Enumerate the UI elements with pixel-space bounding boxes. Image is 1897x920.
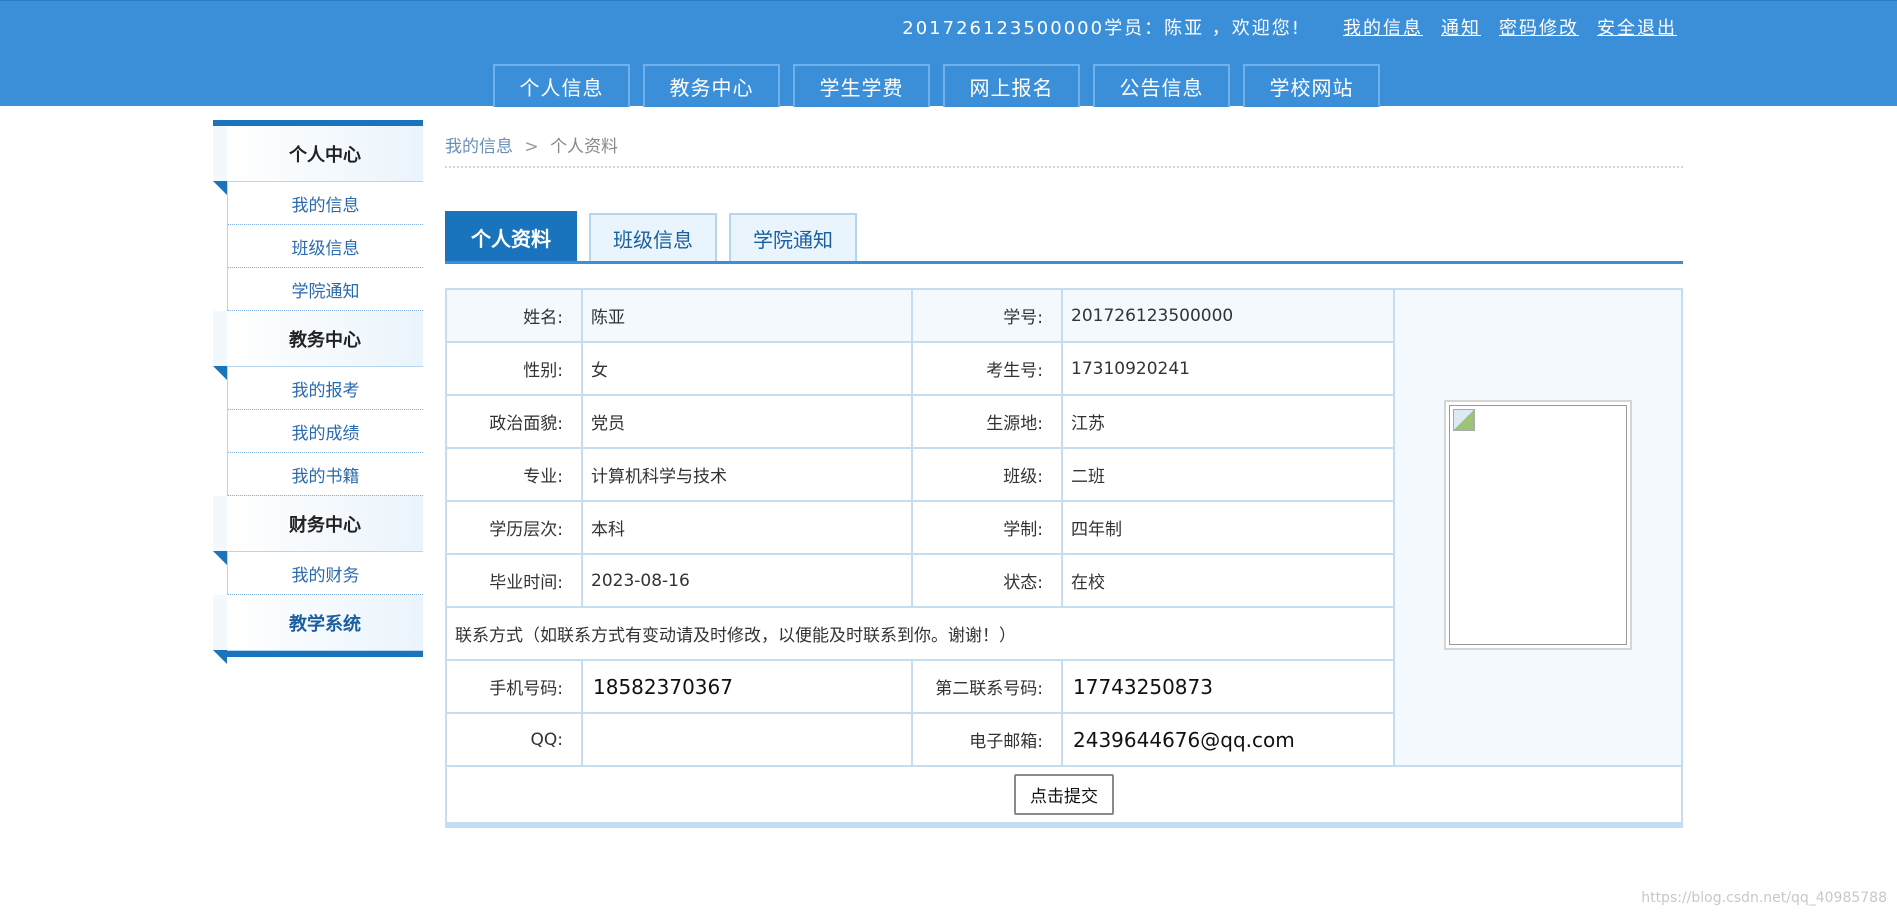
- tab-college-notice[interactable]: 学院通知: [729, 213, 857, 261]
- value-graduation-date: 2023-08-16: [581, 553, 913, 608]
- broken-image-icon: [1453, 409, 1475, 431]
- breadcrumb-current: 个人资料: [550, 137, 619, 157]
- nav-tab-tuition[interactable]: 学生学费: [793, 64, 930, 107]
- label-secondary-phone: 第二联系号码:: [911, 659, 1063, 714]
- value-education-level: 本科: [581, 500, 913, 555]
- table-row: 点击提交: [445, 765, 1683, 828]
- value-gender: 女: [581, 341, 913, 396]
- breadcrumb: 我的信息 > 个人资料: [445, 120, 1683, 168]
- value-major: 计算机科学与技术: [581, 447, 913, 502]
- value-origin: 江苏: [1061, 394, 1395, 449]
- tab-class-info[interactable]: 班级信息: [589, 213, 717, 261]
- nav-tab-online-registration[interactable]: 网上报名: [943, 64, 1080, 107]
- label-gender: 性别:: [445, 341, 583, 396]
- email-cell: [1061, 712, 1395, 767]
- nav-tab-announcements[interactable]: 公告信息: [1093, 64, 1230, 107]
- label-email: 电子邮箱:: [911, 712, 1063, 767]
- label-origin: 生源地:: [911, 394, 1063, 449]
- sidebar-group-finance-center[interactable]: 财务中心: [213, 496, 423, 565]
- value-political-status: 党员: [581, 394, 913, 449]
- link-change-password[interactable]: 密码修改: [1499, 14, 1579, 40]
- link-notice[interactable]: 通知: [1441, 14, 1481, 40]
- value-class: 二班: [1061, 447, 1395, 502]
- tab-personal-profile[interactable]: 个人资料: [445, 211, 577, 261]
- sidebar-item-college-notice[interactable]: 学院通知: [227, 268, 423, 311]
- content-tabs: 个人资料 班级信息 学院通知: [445, 211, 1683, 264]
- link-logout[interactable]: 安全退出: [1597, 14, 1677, 40]
- value-student-id: 201726123500000: [1061, 288, 1395, 343]
- secondary-phone-cell: [1061, 659, 1395, 714]
- label-education-level: 学历层次:: [445, 500, 583, 555]
- breadcrumb-parent[interactable]: 我的信息: [445, 137, 513, 157]
- value-name: 陈亚: [581, 288, 913, 343]
- main-content: 我的信息 > 个人资料 个人资料 班级信息 学院通知 姓名: 陈亚 学号: 20…: [445, 120, 1683, 828]
- main-nav: 个人信息 教务中心 学生学费 网上报名 公告信息 学校网站: [493, 64, 1380, 107]
- sidebar-item-my-books[interactable]: 我的书籍: [227, 453, 423, 496]
- label-name: 姓名:: [445, 288, 583, 343]
- sidebar-item-my-grades[interactable]: 我的成绩: [227, 410, 423, 453]
- welcome-bar: 201726123500000学员：陈亚 ，欢迎您! 我的信息 通知 密码修改 …: [902, 15, 1677, 39]
- welcome-text: 201726123500000学员：陈亚 ，欢迎您!: [902, 18, 1301, 39]
- sidebar: 个人中心 我的信息 班级信息 学院通知 教务中心 我的报考 我的成绩 我的书籍 …: [213, 120, 423, 664]
- label-class: 班级:: [911, 447, 1063, 502]
- sidebar-item-my-exams[interactable]: 我的报考: [227, 367, 423, 410]
- nav-tab-academic-center[interactable]: 教务中心: [643, 64, 780, 107]
- value-status: 在校: [1061, 553, 1395, 608]
- value-exam-number: 17310920241: [1061, 341, 1395, 396]
- label-exam-number: 考生号:: [911, 341, 1063, 396]
- watermark-text: https://blog.csdn.net/qq_40985788: [1641, 890, 1887, 906]
- photo-placeholder: [1449, 405, 1627, 645]
- qq-input[interactable]: [591, 726, 903, 753]
- email-input[interactable]: [1071, 726, 1385, 753]
- sidebar-item-class-info[interactable]: 班级信息: [227, 225, 423, 268]
- table-row: 姓名: 陈亚 学号: 201726123500000: [445, 288, 1683, 767]
- sidebar-group-teaching-system[interactable]: 教学系统: [213, 595, 423, 664]
- label-mobile: 手机号码:: [445, 659, 583, 714]
- sidebar-item-my-finance[interactable]: 我的财务: [227, 552, 423, 595]
- value-program-length: 四年制: [1061, 500, 1395, 555]
- submit-button[interactable]: 点击提交: [1014, 774, 1114, 815]
- label-status: 状态:: [911, 553, 1063, 608]
- link-my-info[interactable]: 我的信息: [1343, 14, 1423, 40]
- sidebar-item-my-info[interactable]: 我的信息: [227, 182, 423, 225]
- mobile-input[interactable]: [591, 673, 903, 700]
- label-major: 专业:: [445, 447, 583, 502]
- top-header: 201726123500000学员：陈亚 ，欢迎您! 我的信息 通知 密码修改 …: [0, 0, 1897, 107]
- sidebar-group-academic-center[interactable]: 教务中心: [213, 311, 423, 380]
- sidebar-bottom-border: [227, 651, 423, 657]
- sidebar-group-personal-center[interactable]: 个人中心: [213, 126, 423, 195]
- submit-cell: 点击提交: [445, 765, 1683, 828]
- nav-tab-school-website[interactable]: 学校网站: [1243, 64, 1380, 107]
- mobile-cell: [581, 659, 913, 714]
- profile-table: 姓名: 陈亚 学号: 201726123500000 性别: 女 考生号: 17…: [445, 288, 1683, 828]
- photo-cell: [1393, 288, 1683, 767]
- breadcrumb-separator: >: [524, 137, 539, 157]
- nav-tab-personal-info[interactable]: 个人信息: [493, 64, 630, 107]
- label-graduation-date: 毕业时间:: [445, 553, 583, 608]
- label-program-length: 学制:: [911, 500, 1063, 555]
- label-qq: QQ:: [445, 712, 583, 767]
- student-photo: [1444, 400, 1632, 650]
- label-political-status: 政治面貌:: [445, 394, 583, 449]
- contact-note: 联系方式（如联系方式有变动请及时修改，以便能及时联系到你。谢谢！）: [445, 606, 1395, 661]
- qq-cell: [581, 712, 913, 767]
- label-student-id: 学号:: [911, 288, 1063, 343]
- secondary-phone-input[interactable]: [1071, 673, 1385, 700]
